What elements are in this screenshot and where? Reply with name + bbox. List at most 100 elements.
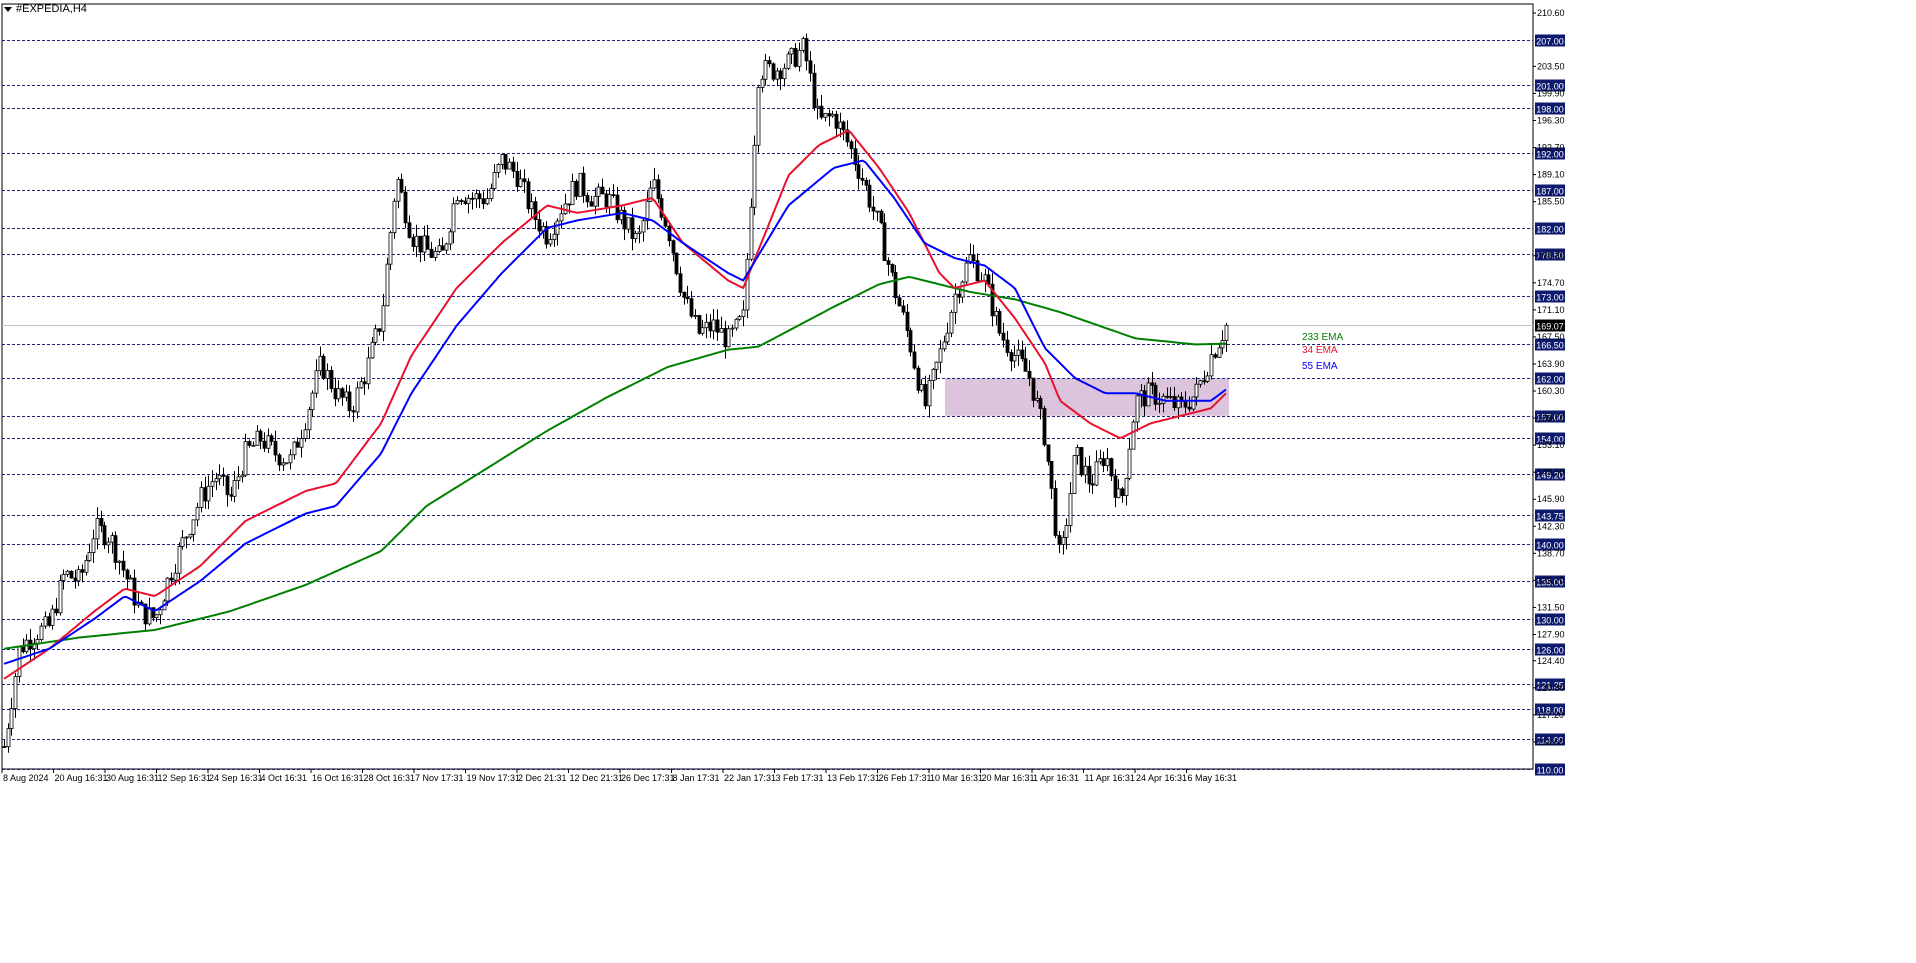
candle-body [489,188,494,200]
candle-body [908,330,913,353]
candle-body [1079,447,1084,476]
y-tick-label: 171.10 [1537,305,1565,315]
y-tick-label: 196.30 [1537,115,1565,125]
candle-body [199,487,204,508]
candle-body [964,262,969,283]
candle-body [782,67,787,80]
candle-body [819,105,824,118]
candle-body [388,232,393,265]
candle-body [905,311,910,331]
candle-body [897,297,902,307]
candle-body [1187,406,1192,410]
candle-body [789,47,794,55]
candle-body [767,60,772,65]
candle-body [626,217,631,230]
candle-body [444,243,449,251]
candle-body [756,86,761,146]
candle-body [778,70,783,80]
candle-body [76,569,81,582]
candle-body [485,198,490,205]
candle-body [440,245,445,251]
candle-body [1053,487,1058,536]
candle-body [1183,400,1188,408]
candle-body [229,494,234,497]
x-tick-label: 24 Sep 16:31 [209,773,263,783]
candle-body [1176,396,1181,409]
y-tick-label: 192.70 [1537,143,1565,153]
candle-body [87,552,92,561]
candle-body [1016,349,1021,356]
x-tick-label: 24 Apr 16:31 [1136,773,1187,783]
candle-body [321,355,326,379]
candle-body [177,546,182,574]
x-tick-label: 30 Aug 16:31 [106,773,159,783]
candle-body [65,570,70,575]
candle-body [931,368,936,381]
candle-body [548,239,553,245]
candle-body [1012,355,1017,362]
x-tick-label: 26 Feb 17:31 [879,773,932,783]
x-tick-label: 2 Dec 21:31 [518,773,567,783]
candle-body [860,178,865,181]
candle-body [303,429,308,439]
candle-body [399,179,404,193]
candle-body [299,438,304,448]
chart[interactable]: #EXPEDIA,H4 207.00 201.00 198.00 192.00 187.… [0,0,1916,963]
candle-body [232,480,237,497]
candle-body [674,252,679,275]
candle-body [1031,377,1036,401]
candle-body [236,476,241,481]
candle-body [1049,461,1054,489]
chart-canvas[interactable]: 207.00201.00198.00192.00187.00182.00178.… [0,0,1916,963]
candle-body [451,203,456,233]
y-tick-label: 124.40 [1537,656,1565,666]
candle-body [355,387,360,413]
candle-body [336,388,341,400]
candle-body [195,506,200,521]
candle-body [1127,448,1132,479]
candle-body [912,351,917,369]
candle-body [277,454,282,466]
candle-body [715,319,720,333]
candle-body [656,179,661,199]
legend-label: 34 EMA [1302,345,1338,356]
candle-body [1224,324,1229,341]
y-tick-label: 117.20 [1537,710,1564,720]
candle-body [503,154,508,170]
candle-body [448,231,453,245]
candle-body [269,435,274,442]
candle-body [1027,370,1032,379]
candle-body [815,105,820,109]
candle-body [325,370,330,379]
level-tag-label: 198.00 [1536,105,1564,115]
candle-body [1064,525,1069,538]
candle-body [585,195,590,203]
candle-body [611,194,616,197]
y-tick-label: 153.10 [1537,440,1565,450]
candle-body [708,321,713,332]
candle-body [492,172,497,189]
candle-body [567,203,572,206]
candle-body [730,327,735,330]
candle-body [39,625,44,640]
candle-body [251,444,256,447]
candle-body [1057,535,1062,545]
candle-body [581,172,586,196]
candle-body [474,193,479,200]
y-tick-label: 160.30 [1537,386,1565,396]
candle-body [1083,465,1088,476]
candle-body [697,315,702,334]
candle-body [823,113,828,118]
candle-body [711,319,716,332]
x-tick-label: 19 Nov 17:31 [467,773,521,783]
y-tick-label: 120.80 [1537,683,1565,693]
candle-body [693,315,698,317]
candle-body [1209,354,1214,377]
candle-body [1101,458,1106,467]
candle-body [154,614,159,619]
candle-body [496,164,501,173]
level-tag-label: 143.75 [1536,512,1564,522]
candle-body [1061,537,1066,545]
y-tick-label: 189.10 [1537,170,1565,180]
legend-label: 55 EMA [1302,361,1338,372]
